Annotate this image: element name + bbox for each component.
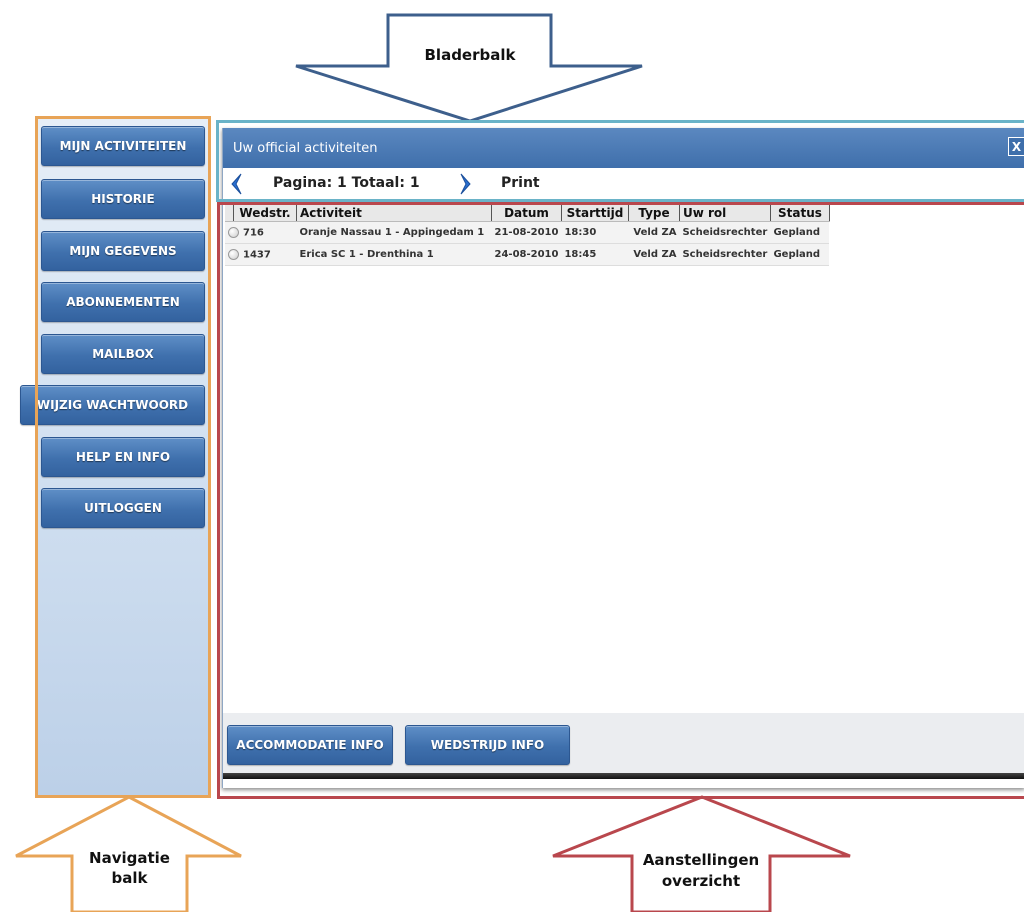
activities-table: Wedstr. Activiteit Datum Starttijd Type … [225,204,830,266]
nav-mijn-gegevens[interactable]: MIJN GEGEVENS [41,231,205,271]
navigation-sidebar: MIJN ACTIVITEITEN HISTORIE MIJN GEGEVENS… [20,118,209,795]
bladerbalk-label: Bladerbalk [424,46,516,64]
table-cell-type: Veld ZA [628,243,680,266]
window-footer: ACCOMMODATIE INFO WEDSTRIJD INFO [223,713,1024,773]
aanstellingen-label-line1: Aanstellingen [642,851,760,869]
nav-mijn-activiteiten[interactable]: MIJN ACTIVITEITEN [41,126,205,166]
table-cell-datum: 24-08-2010 [491,243,562,266]
bladerbalk-arrow [295,13,643,123]
window-bottom-border [223,773,1024,779]
close-button[interactable]: X [1008,137,1024,156]
table-cell-status: Gepland [770,243,830,266]
table-header-starttijd[interactable]: Starttijd [561,204,629,222]
table-cell-starttijd: 18:45 [561,243,629,266]
table-cell-uw-rol: Scheidsrechter [679,221,771,244]
nav-uitloggen[interactable]: UITLOGGEN [41,488,205,528]
table-cell-activiteit: Oranje Nassau 1 - Appingedam 1 [296,221,492,244]
table-header-wedstr[interactable]: Wedstr. [233,204,297,222]
navigatie-label-line2: balk [111,869,148,887]
table-header-datum[interactable]: Datum [491,204,562,222]
wedstr-value: 1437 [243,249,271,261]
activities-table-wrap: Wedstr. Activiteit Datum Starttijd Type … [225,204,830,266]
table-header-type[interactable]: Type [628,204,680,222]
table-header-row: Wedstr. Activiteit Datum Starttijd Type … [225,204,830,222]
table-header-uw-rol[interactable]: Uw rol [679,204,771,222]
nav-wijzig-wachtwoord[interactable]: WIJZIG WACHTWOORD [20,385,205,425]
table-cell-wedstr: 716 [225,221,297,244]
table-cell-starttijd: 18:30 [561,221,629,244]
chevron-right-icon[interactable] [459,173,473,195]
table-cell-wedstr: 1437 [225,243,297,266]
wedstrijd-info-button[interactable]: WEDSTRIJD INFO [405,725,570,765]
table-header-select [225,204,234,222]
nav-mailbox[interactable]: MAILBOX [41,334,205,374]
aanstellingen-label-line2: overzicht [661,872,741,890]
window-title: Uw official activiteiten [233,141,378,156]
window-titlebar: Uw official activiteiten X [223,128,1024,168]
table-cell-status: Gepland [770,221,830,244]
print-link[interactable]: Print [501,175,540,191]
table-cell-activiteit: Erica SC 1 - Drenthina 1 [296,243,492,266]
nav-abonnementen[interactable]: ABONNEMENTEN [41,282,205,322]
pager-status: Pagina: 1 Totaal: 1 [273,175,420,191]
activities-window: Uw official activiteiten X Pagina: 1 Tot… [222,128,1024,788]
navigatie-label-line1: Navigatie [89,849,170,867]
nav-help-en-info[interactable]: HELP EN INFO [41,437,205,477]
table-cell-type: Veld ZA [628,221,680,244]
table-row[interactable]: 716 Oranje Nassau 1 - Appingedam 1 21-08… [225,221,830,244]
wedstr-value: 716 [243,227,264,239]
table-cell-uw-rol: Scheidsrechter [679,243,771,266]
row-radio-icon[interactable] [228,226,239,238]
table-row[interactable]: 1437 Erica SC 1 - Drenthina 1 24-08-2010… [225,243,830,266]
accommodatie-info-button[interactable]: ACCOMMODATIE INFO [227,725,393,765]
pager-bar: Pagina: 1 Totaal: 1 Print [223,168,1024,199]
table-header-status[interactable]: Status [770,204,830,222]
nav-historie[interactable]: HISTORIE [41,179,205,219]
table-cell-datum: 21-08-2010 [491,221,562,244]
table-header-activiteit[interactable]: Activiteit [296,204,492,222]
chevron-left-icon[interactable] [229,173,243,195]
row-radio-icon[interactable] [228,248,239,260]
